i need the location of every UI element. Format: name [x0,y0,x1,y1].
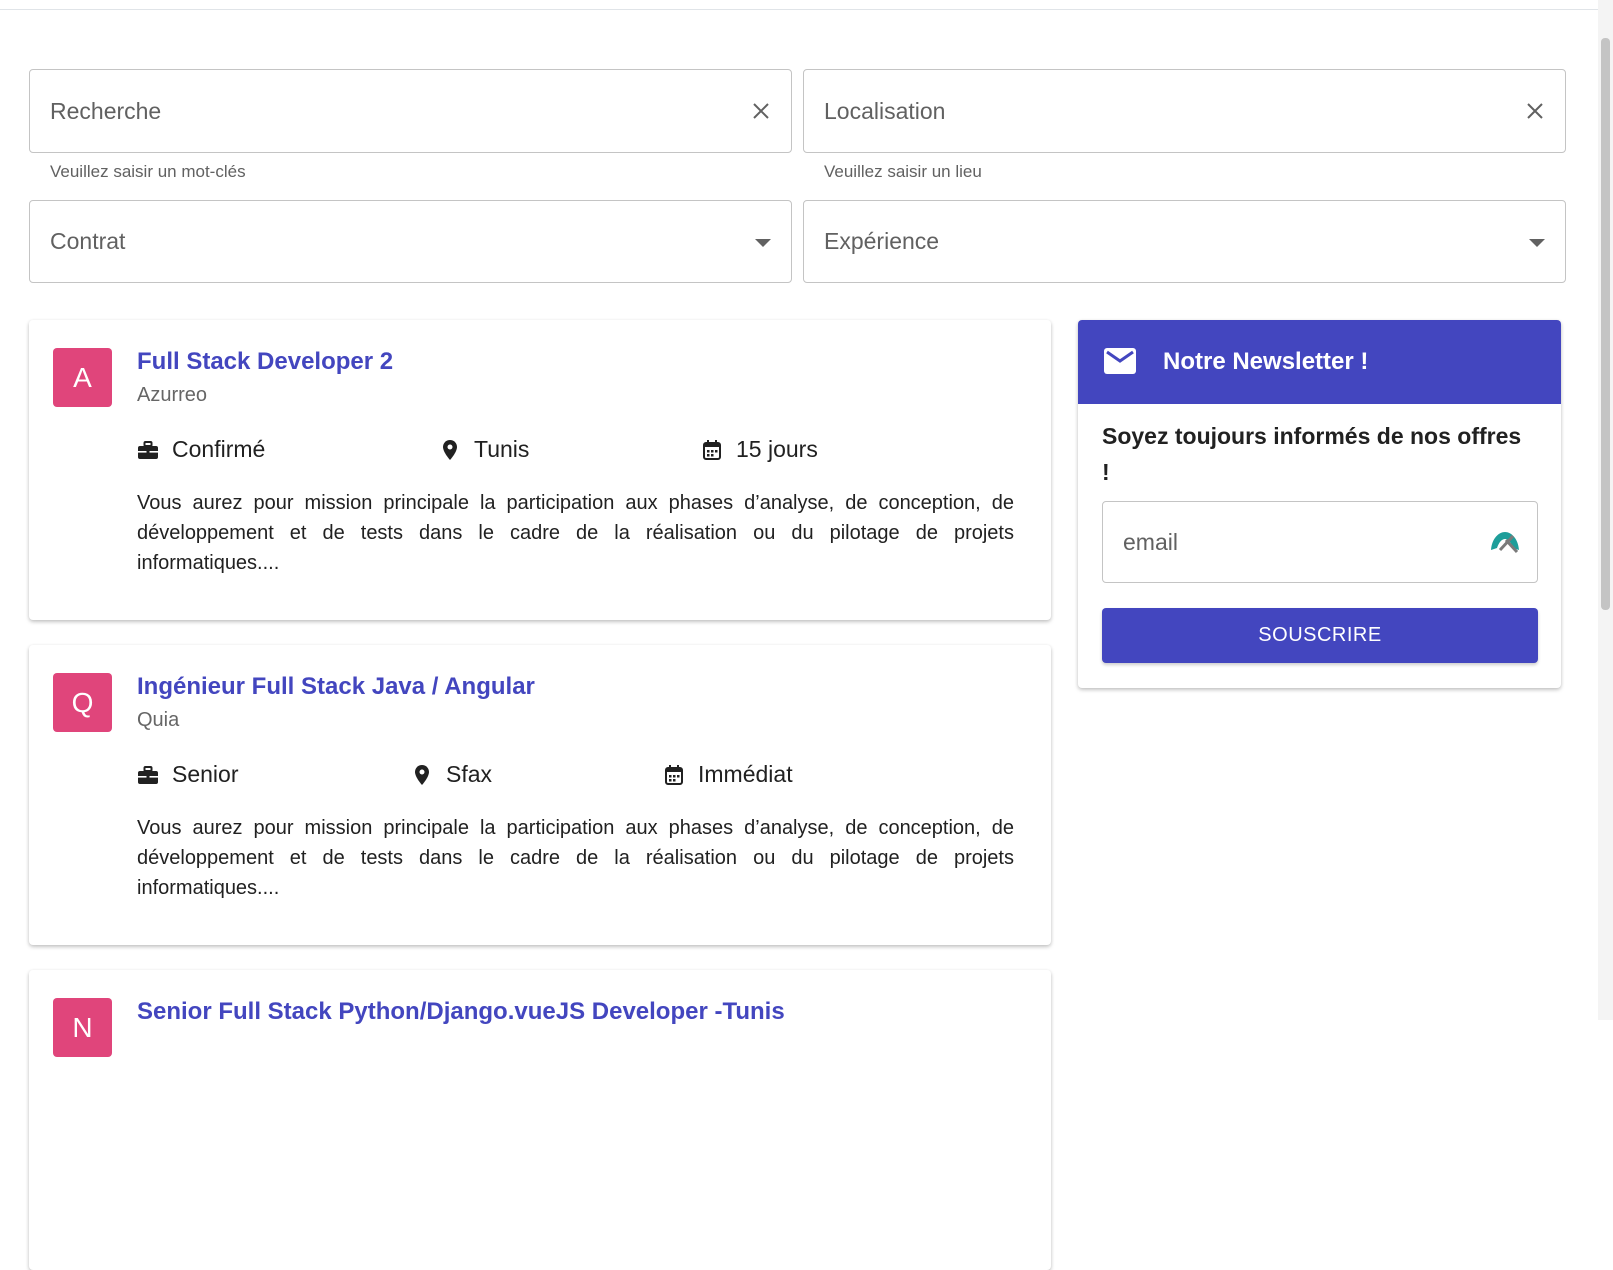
company-avatar: Q [53,673,112,732]
newsletter-text: Soyez toujours informés de nos offres ! [1102,423,1522,485]
dropdown-arrow-icon[interactable] [1529,238,1545,247]
job-level-label: Confirmé [172,436,266,462]
newsletter-header: Notre Newsletter ! [1078,320,1561,404]
location-pin-icon [411,764,433,786]
job-card[interactable]: A Full Stack Developer 2 Azurreo Confirm… [29,320,1051,620]
subscribe-button[interactable]: SOUSCRIRE [1102,608,1538,663]
briefcase-icon [137,764,159,786]
job-availability: Immédiat [663,761,793,788]
job-location-label: Sfax [446,761,493,787]
calendar-icon [663,764,685,786]
job-title-link[interactable]: Full Stack Developer 2 [137,348,393,376]
email-field[interactable] [1102,501,1538,583]
search-helper-text: Veuillez saisir un mot-clés [50,162,246,181]
job-availability: 15 jours [701,436,818,463]
search-label: Recherche [50,97,162,124]
email-input[interactable] [1123,502,1483,582]
job-availability-label: 15 jours [736,436,818,462]
job-description: Vous aurez pour mission principale la pa… [137,817,1014,899]
mail-icon [1104,348,1136,374]
briefcase-icon [137,439,159,461]
job-card[interactable]: N Senior Full Stack Python/Django.vueJS … [29,970,1051,1270]
scrollbar-thumb[interactable] [1601,38,1610,610]
job-level-label: Senior [172,761,239,787]
search-field[interactable]: Recherche [29,69,792,153]
company-avatar: N [53,998,112,1057]
job-level: Senior [137,761,238,788]
experience-label: Expérience [824,228,940,254]
close-icon[interactable] [1523,99,1547,123]
job-location: Tunis [439,436,529,463]
company-name: Azurreo [137,384,208,406]
company-avatar: A [53,348,112,407]
job-location: Sfax [411,761,492,788]
location-label: Localisation [824,97,946,124]
newsletter-panel: Notre Newsletter ! Soyez toujours inform… [1078,320,1561,688]
location-helper-text: Veuillez saisir un lieu [824,162,982,181]
calendar-icon [701,439,723,461]
location-pin-icon [439,439,461,461]
close-icon[interactable] [749,99,773,123]
dropdown-arrow-icon[interactable] [755,238,771,247]
vertical-scrollbar[interactable] [1598,0,1613,1020]
experience-select[interactable]: Expérience [803,200,1566,283]
job-level: Confirmé [137,436,265,463]
location-field[interactable]: Localisation [803,69,1566,153]
job-location-label: Tunis [474,436,530,462]
browser-top-edge [0,0,1598,10]
job-card[interactable]: Q Ingénieur Full Stack Java / Angular Qu… [29,645,1051,945]
job-title-link[interactable]: Ingénieur Full Stack Java / Angular [137,673,535,701]
contract-label: Contrat [50,228,126,254]
job-description: Vous aurez pour mission principale la pa… [137,492,1014,574]
contract-select[interactable]: Contrat [29,200,792,283]
password-manager-icon[interactable] [1489,528,1521,556]
job-title-link[interactable]: Senior Full Stack Python/Django.vueJS De… [137,998,785,1026]
company-name: Quia [137,709,180,731]
newsletter-title: Notre Newsletter ! [1163,348,1369,375]
job-availability-label: Immédiat [698,761,793,787]
